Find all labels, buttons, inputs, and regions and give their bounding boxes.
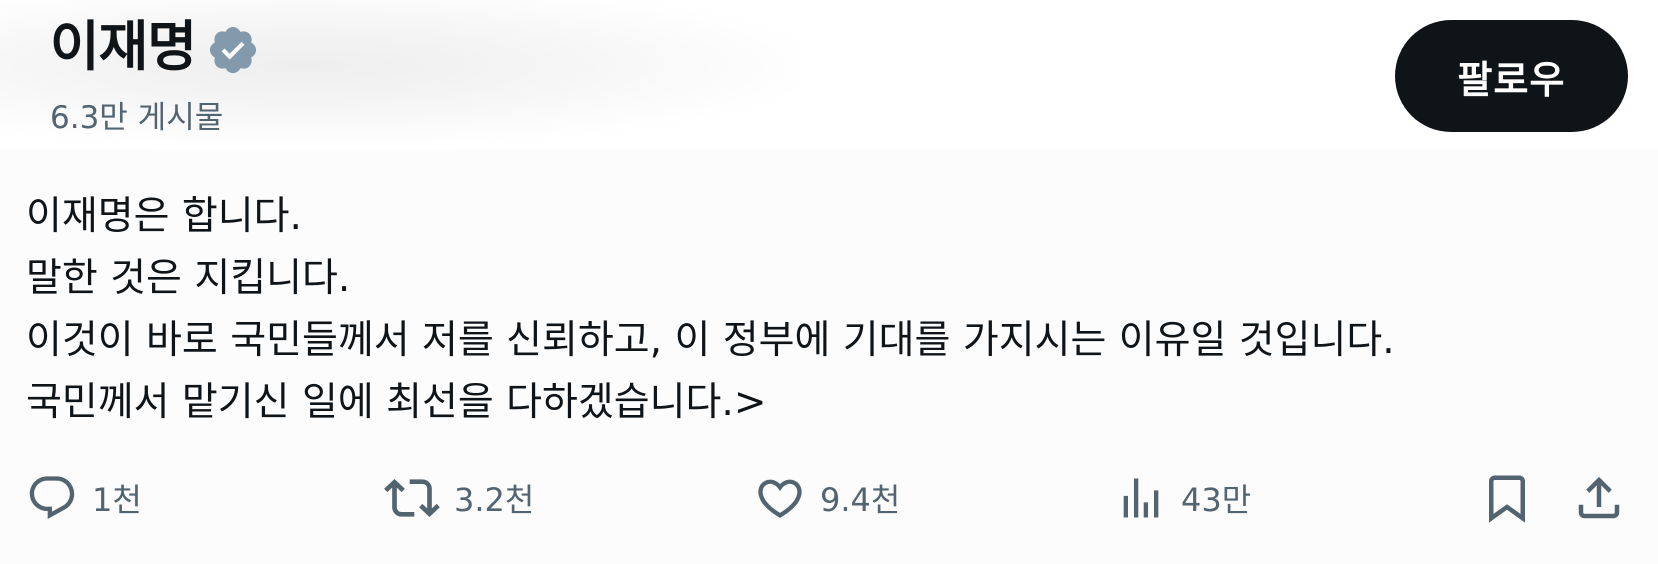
verified-badge-icon[interactable] bbox=[206, 23, 260, 77]
like-button[interactable]: 9.4천 bbox=[754, 468, 900, 528]
repost-icon bbox=[384, 470, 440, 526]
tweet-line: 이재명은 합니다. bbox=[26, 194, 302, 239]
tweet-text: 이재명은 합니다. 말한 것은 지킵니다. 이것이 바로 국민들께서 저를 신뢰… bbox=[26, 186, 1636, 434]
profile-header: 이재명 6.3만 게시물 팔로우 bbox=[0, 0, 1658, 150]
share-button[interactable] bbox=[1572, 468, 1626, 528]
name-row: 이재명 bbox=[50, 12, 260, 82]
share-icon bbox=[1572, 471, 1626, 525]
tweet-line: 국민께서 맡기신 일에 최선을 다하겠습니다.> bbox=[26, 380, 767, 425]
views-count: 43만 bbox=[1181, 481, 1252, 519]
bookmark-button[interactable] bbox=[1480, 468, 1534, 528]
bookmark-icon bbox=[1480, 471, 1534, 525]
heart-icon bbox=[754, 472, 806, 524]
tweet-line: 이것이 바로 국민들께서 저를 신뢰하고, 이 정부에 기대를 가지시는 이유일… bbox=[26, 318, 1395, 363]
display-name[interactable]: 이재명 bbox=[50, 12, 197, 82]
like-count: 9.4천 bbox=[820, 481, 901, 519]
reply-button[interactable]: 1천 bbox=[26, 468, 142, 528]
action-bar: 1천 3.2천 9.4천 43만 bbox=[0, 468, 1658, 528]
tweet-line: 말한 것은 지킵니다. bbox=[26, 256, 351, 301]
reply-icon bbox=[26, 472, 78, 524]
views-button[interactable]: 43만 bbox=[1115, 468, 1251, 528]
views-icon bbox=[1115, 472, 1167, 524]
follow-button[interactable]: 팔로우 bbox=[1395, 20, 1628, 132]
repost-button[interactable]: 3.2천 bbox=[384, 468, 534, 528]
reply-count: 1천 bbox=[92, 481, 142, 519]
post-view: 이재명 6.3만 게시물 팔로우 이재명은 합니다. 말한 것은 지킵니다. 이… bbox=[0, 0, 1658, 564]
repost-count: 3.2천 bbox=[454, 481, 535, 519]
post-count: 6.3만 게시물 bbox=[50, 100, 224, 136]
